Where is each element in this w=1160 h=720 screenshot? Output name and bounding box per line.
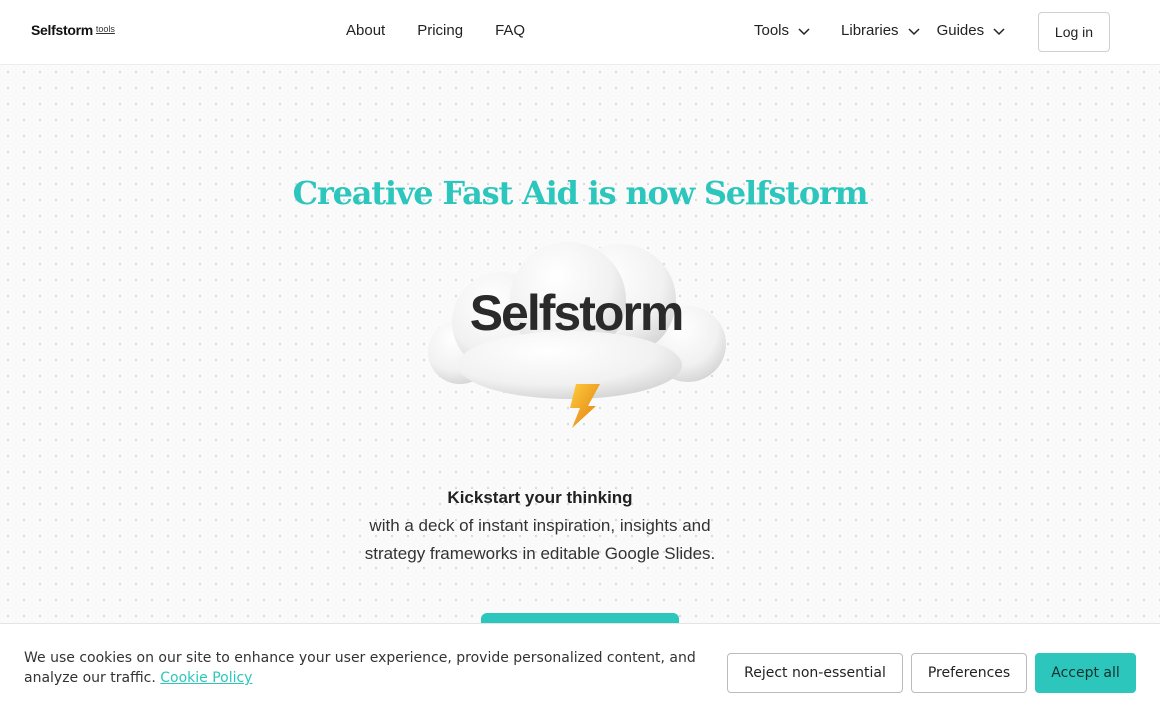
chevron-down-icon — [993, 27, 1005, 35]
nav-dropdown-tools-label: Tools — [754, 22, 790, 39]
secondary-nav: Tools Libraries Guides — [754, 22, 1006, 39]
nav-link-pricing[interactable]: Pricing — [417, 22, 463, 39]
nav-dropdown-libraries-label: Libraries — [841, 22, 899, 39]
page-headline: Creative Fast Aid is now Selfstorm — [292, 174, 869, 212]
hero-illustration: Selfstorm — [420, 240, 740, 440]
reject-nonessential-button[interactable]: Reject non-essential — [727, 653, 903, 693]
nav-dropdown-guides-label: Guides — [936, 22, 985, 39]
tagline-body: with a deck of instant inspiration, insi… — [364, 516, 716, 563]
nav-dropdown-libraries[interactable]: Libraries — [841, 22, 921, 39]
primary-nav: About Pricing FAQ — [346, 22, 525, 39]
preferences-button[interactable]: Preferences — [911, 653, 1027, 693]
login-button[interactable]: Log in — [1038, 12, 1110, 52]
chevron-down-icon — [798, 27, 810, 35]
tagline-heading: Kickstart your thinking — [447, 488, 633, 507]
nav-dropdown-tools[interactable]: Tools — [754, 22, 811, 39]
accept-all-button[interactable]: Accept all — [1035, 653, 1136, 693]
hero-tagline: Kickstart your thinking with a deck of i… — [340, 484, 740, 568]
top-navbar: Selfstorm tools About Pricing FAQ Tools … — [0, 0, 1160, 65]
nav-link-about[interactable]: About — [346, 22, 385, 39]
cookie-policy-link[interactable]: Cookie Policy — [160, 670, 252, 686]
cookie-message: We use cookies on our site to enhance yo… — [24, 648, 714, 688]
logo-subtext: tools — [95, 24, 115, 34]
nav-dropdown-guides[interactable]: Guides — [937, 22, 1007, 39]
nav-link-faq[interactable]: FAQ — [495, 22, 525, 39]
cookie-message-text: We use cookies on our site to enhance yo… — [24, 650, 696, 686]
logo-wordmark: Selfstorm — [31, 22, 93, 38]
cookie-banner: We use cookies on our site to enhance yo… — [0, 623, 1160, 720]
logo[interactable]: Selfstorm tools — [31, 22, 115, 38]
chevron-down-icon — [908, 27, 920, 35]
brand-wordmark: Selfstorm — [469, 285, 685, 341]
